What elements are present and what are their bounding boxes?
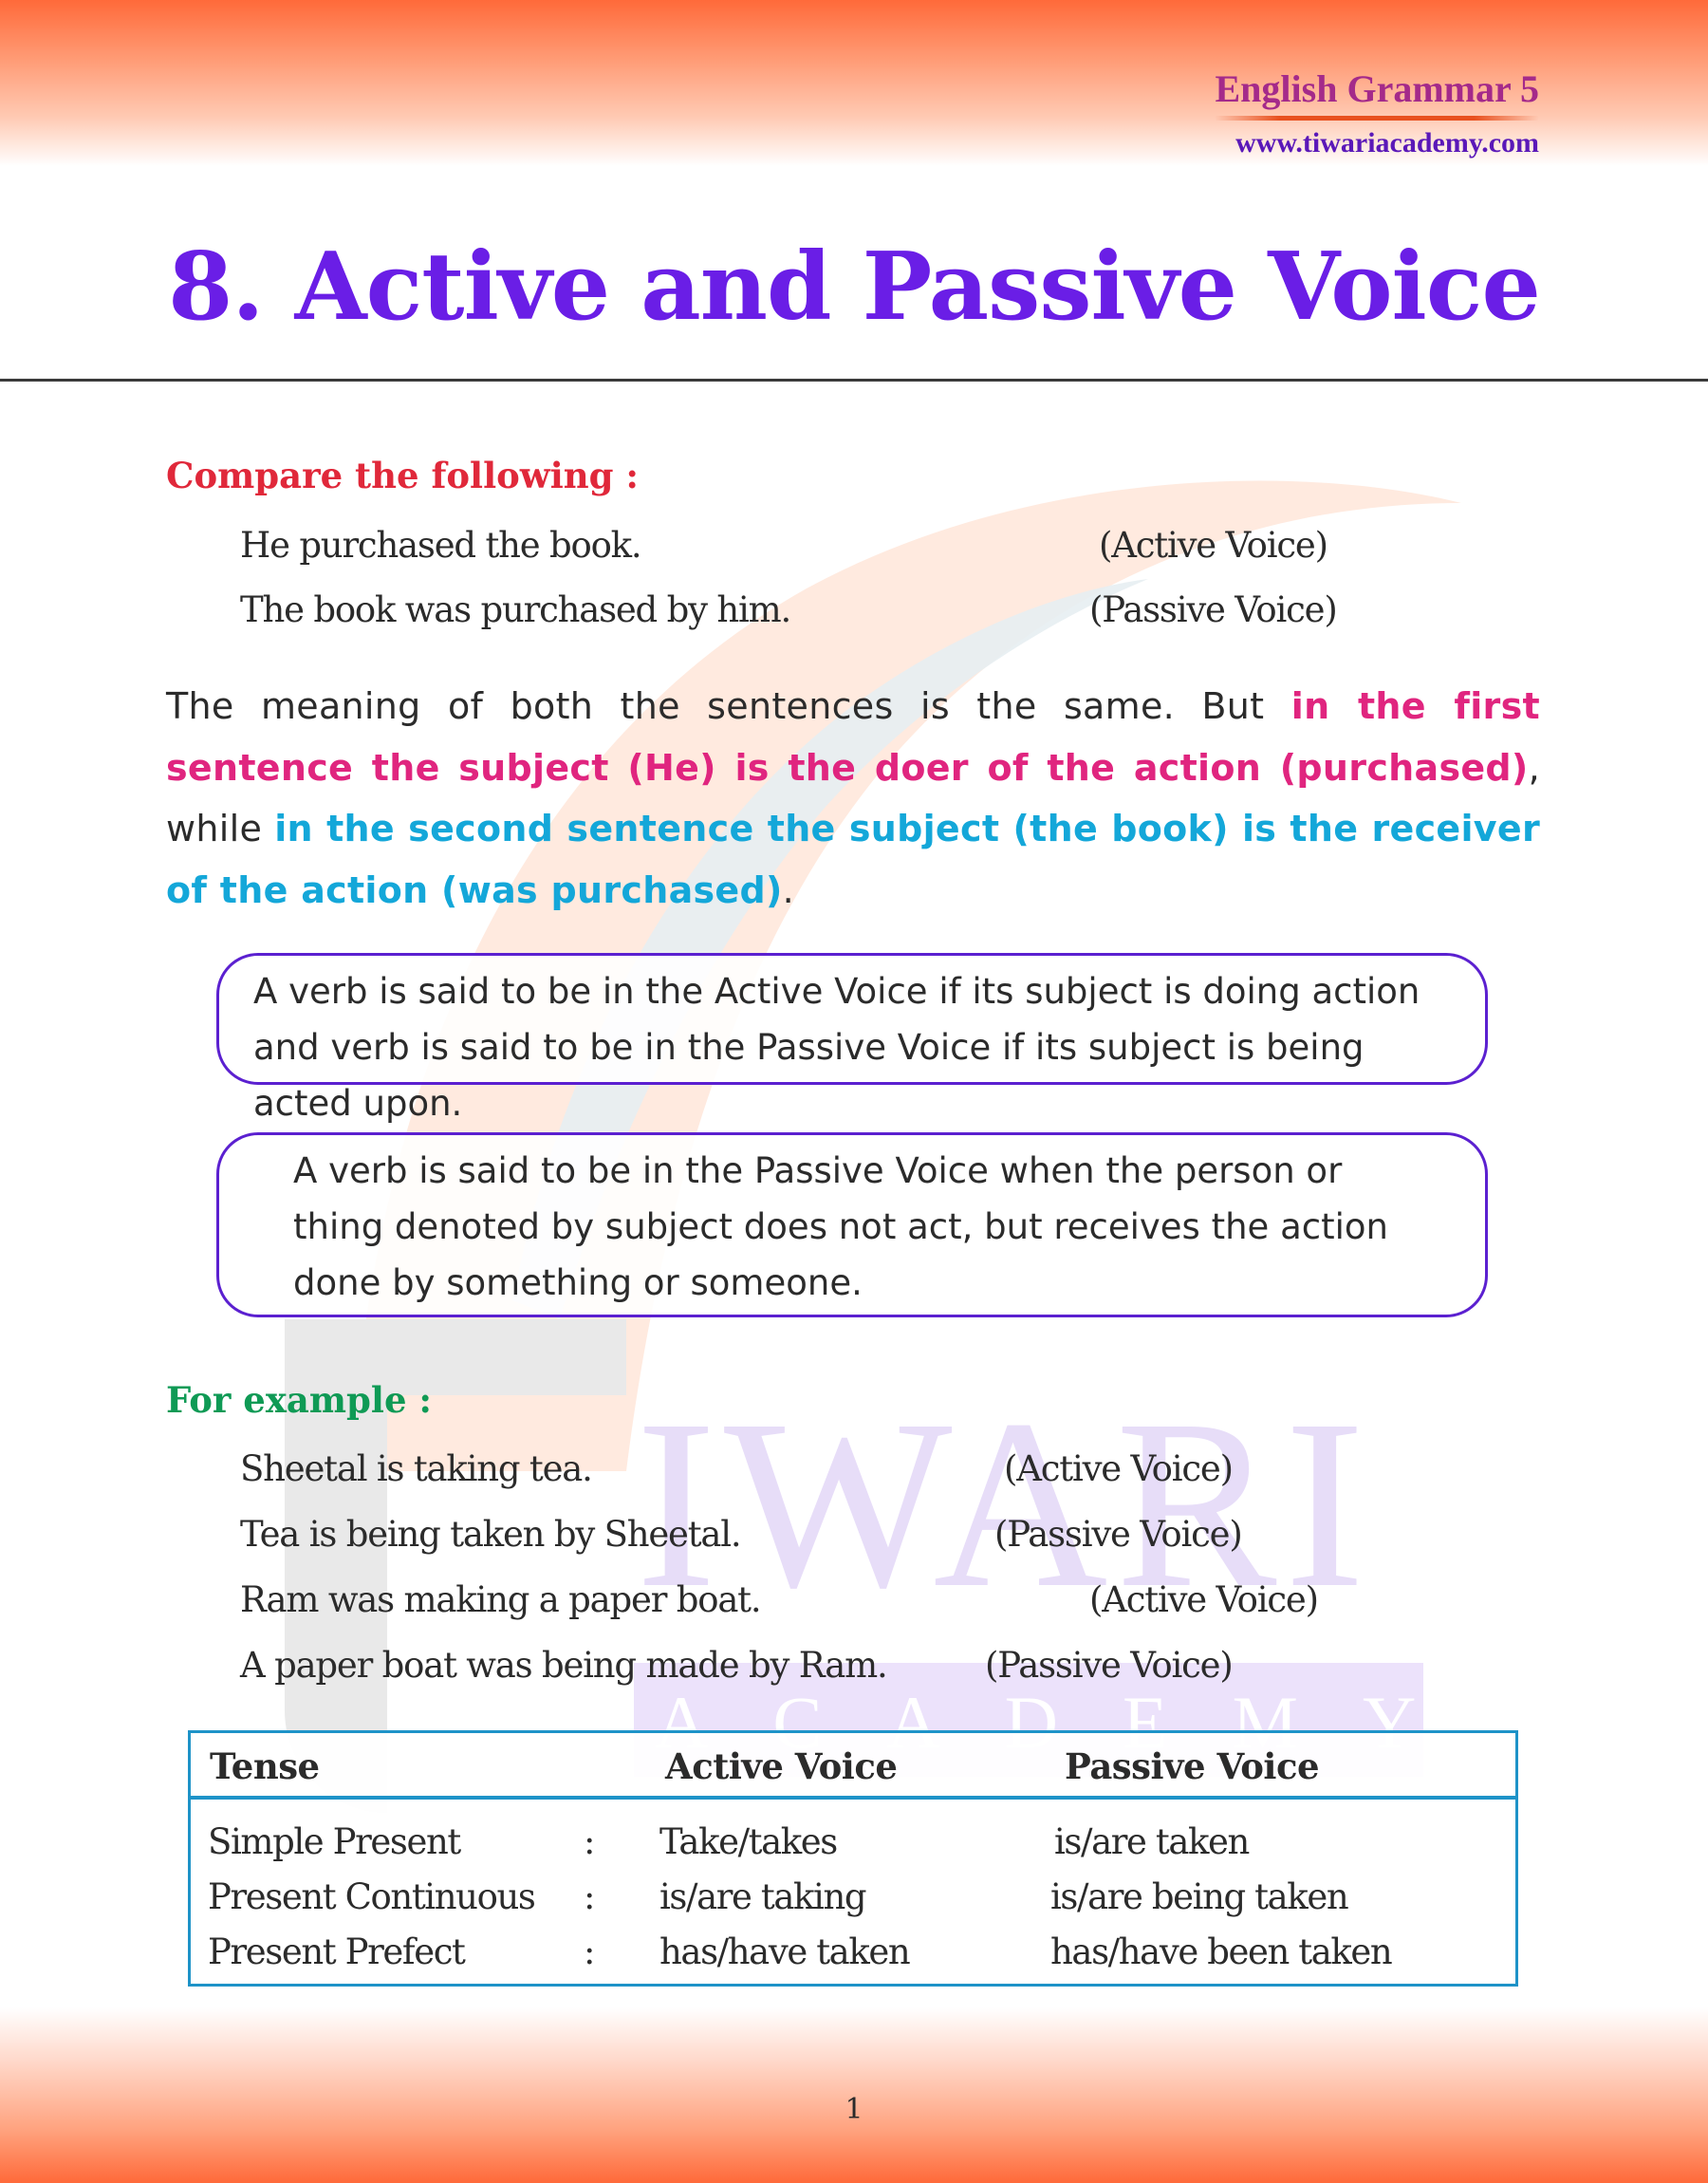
compare-heading: Compare the following : — [166, 455, 640, 496]
example-heading: For example : — [166, 1379, 433, 1421]
example-sentence: Ram was making a paper boat. — [240, 1579, 762, 1620]
explanation-highlight-receiver: in the second sentence the subject (the … — [166, 808, 1540, 911]
header-passive-voice: Passive Voice — [1065, 1745, 1320, 1787]
cell-active: Take/takes — [659, 1821, 838, 1862]
cell-passive: is/are being taken — [1050, 1876, 1349, 1917]
header-tense: Tense — [210, 1745, 320, 1787]
example-sentence: Sheetal is taking tea. — [240, 1448, 593, 1489]
brand-title: English Grammar 5 — [1215, 67, 1539, 110]
explanation-text: . — [782, 868, 795, 911]
cell-active: has/have taken — [659, 1931, 911, 1972]
brand-url-link[interactable]: www.tiwariacademy.com — [1215, 126, 1539, 160]
compare-voice-label: (Active Voice) — [1099, 525, 1328, 566]
cell-passive: is/are taken — [1054, 1821, 1250, 1862]
definition-box-active: A verb is said to be in the Active Voice… — [216, 953, 1488, 1124]
example-sentence: A paper boat was being made by Ram. — [240, 1645, 888, 1686]
explanation-text: The meaning of both the sentences is the… — [166, 685, 1291, 727]
example-sentence: Tea is being taken by Sheetal. — [240, 1514, 742, 1555]
brand-block: English Grammar 5 www.tiwariacademy.com — [1215, 66, 1539, 160]
example-voice-label: (Active Voice) — [1004, 1448, 1234, 1489]
page-number: 1 — [845, 2093, 863, 2126]
page-content: English Grammar 5 www.tiwariacademy.com … — [0, 0, 1708, 2183]
header-active-voice: Active Voice — [665, 1745, 898, 1787]
compare-sentence: The book was purchased by him. — [240, 589, 791, 630]
table-row: Simple Present : Take/takes is/are taken — [191, 1819, 1515, 1874]
title-divider — [0, 379, 1708, 382]
definition-text: A verb is said to be in the Passive Voic… — [293, 1150, 1388, 1303]
definition-text: A verb is said to be in the Active Voice… — [253, 971, 1420, 1124]
tense-table: Tense Active Voice Passive Voice Simple … — [188, 1730, 1518, 1987]
cell-tense: Present Continuous — [208, 1876, 536, 1917]
cell-separator: : — [584, 1876, 595, 1917]
cell-separator: : — [584, 1821, 595, 1862]
example-voice-label: (Active Voice) — [1089, 1579, 1319, 1620]
cell-tense: Present Prefect — [208, 1931, 466, 1972]
cell-tense: Simple Present — [208, 1821, 461, 1862]
tense-table-header: Tense Active Voice Passive Voice — [191, 1733, 1515, 1800]
table-row: Present Prefect : has/have taken has/hav… — [191, 1929, 1515, 1984]
page-title: 8. Active and Passive Voice — [168, 233, 1541, 342]
example-voice-label: (Passive Voice) — [994, 1514, 1243, 1555]
explanation-paragraph: The meaning of both the sentences is the… — [166, 676, 1540, 921]
table-row: Present Continuous : is/are taking is/ar… — [191, 1874, 1515, 1929]
compare-voice-label: (Passive Voice) — [1089, 589, 1338, 630]
cell-passive: has/have been taken — [1050, 1931, 1393, 1972]
cell-separator: : — [584, 1931, 595, 1972]
compare-sentence: He purchased the book. — [240, 525, 642, 566]
definition-box-passive: A verb is said to be in the Passive Voic… — [216, 1132, 1488, 1317]
brand-divider — [1215, 116, 1539, 121]
example-voice-label: (Passive Voice) — [985, 1645, 1234, 1686]
cell-active: is/are taking — [659, 1876, 867, 1917]
